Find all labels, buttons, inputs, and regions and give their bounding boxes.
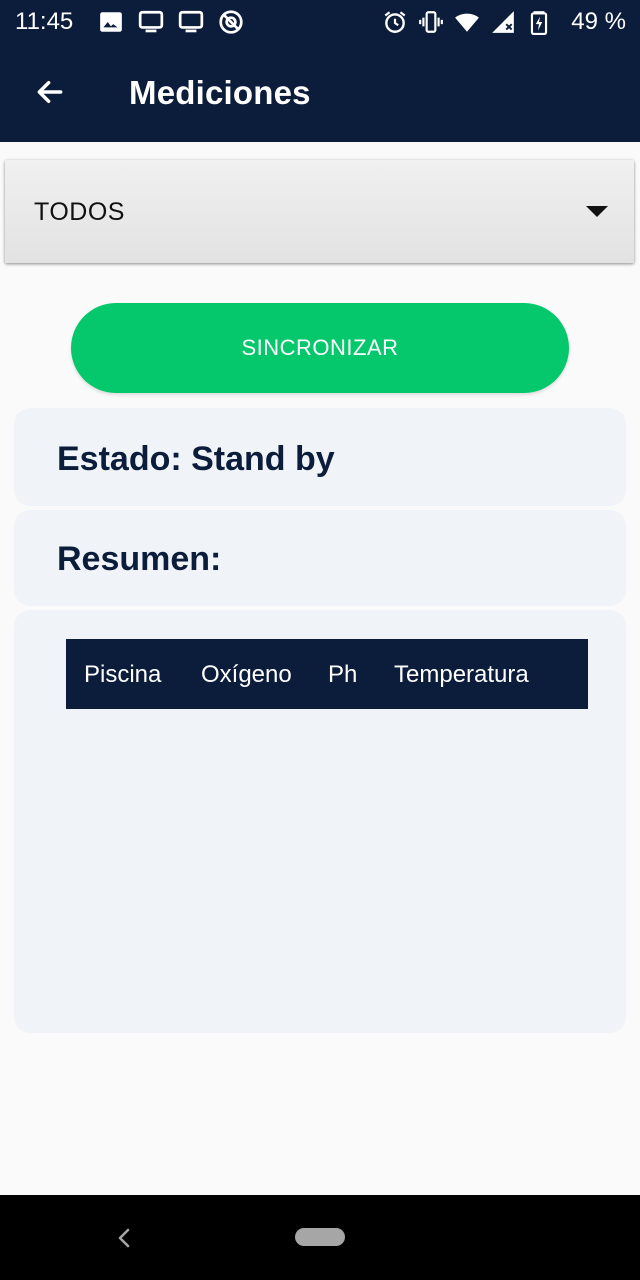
page-title: Mediciones — [129, 74, 311, 111]
column-header-piscina: Piscina — [84, 661, 162, 688]
system-nav-bar — [0, 1195, 640, 1280]
wifi-icon — [455, 13, 479, 32]
app-bar: Mediciones — [0, 44, 640, 142]
nav-home-button[interactable] — [295, 1228, 345, 1246]
vibrate-icon — [419, 11, 443, 33]
dropdown-arrow-icon — [586, 206, 608, 217]
filter-dropdown[interactable]: TODOS — [5, 160, 634, 263]
sync-button[interactable]: SINCRONIZAR — [71, 303, 569, 393]
status-card: Estado: Stand by — [14, 408, 626, 506]
arrow-back-icon — [37, 80, 63, 104]
system-icons — [382, 9, 552, 35]
signal-icon — [492, 11, 514, 33]
image-icon — [100, 12, 122, 32]
table-header: Piscina Oxígeno Ph Temperatura — [66, 639, 588, 709]
measurements-table-card: Piscina Oxígeno Ph Temperatura — [14, 610, 626, 1033]
battery-icon — [530, 11, 548, 35]
filter-selected-value: TODOS — [34, 198, 125, 226]
monitor-icon — [138, 10, 164, 33]
monitor-icon — [178, 10, 204, 33]
nav-back-icon[interactable] — [108, 1220, 140, 1256]
status-bar: 11:45 49 % — [0, 0, 640, 44]
notification-icons — [98, 9, 244, 35]
back-button[interactable] — [26, 68, 74, 116]
blocked-icon — [219, 10, 243, 34]
status-text: Estado: Stand by — [57, 440, 335, 478]
alarm-icon — [384, 11, 406, 33]
column-header-oxigeno: Oxígeno — [201, 661, 292, 688]
summary-heading: Resumen: — [57, 540, 222, 578]
battery-percent: 49 % — [571, 8, 626, 35]
column-header-temperatura: Temperatura — [394, 661, 529, 688]
column-header-ph: Ph — [328, 661, 358, 688]
summary-card: Resumen: — [14, 510, 626, 606]
status-time: 11:45 — [15, 8, 74, 35]
